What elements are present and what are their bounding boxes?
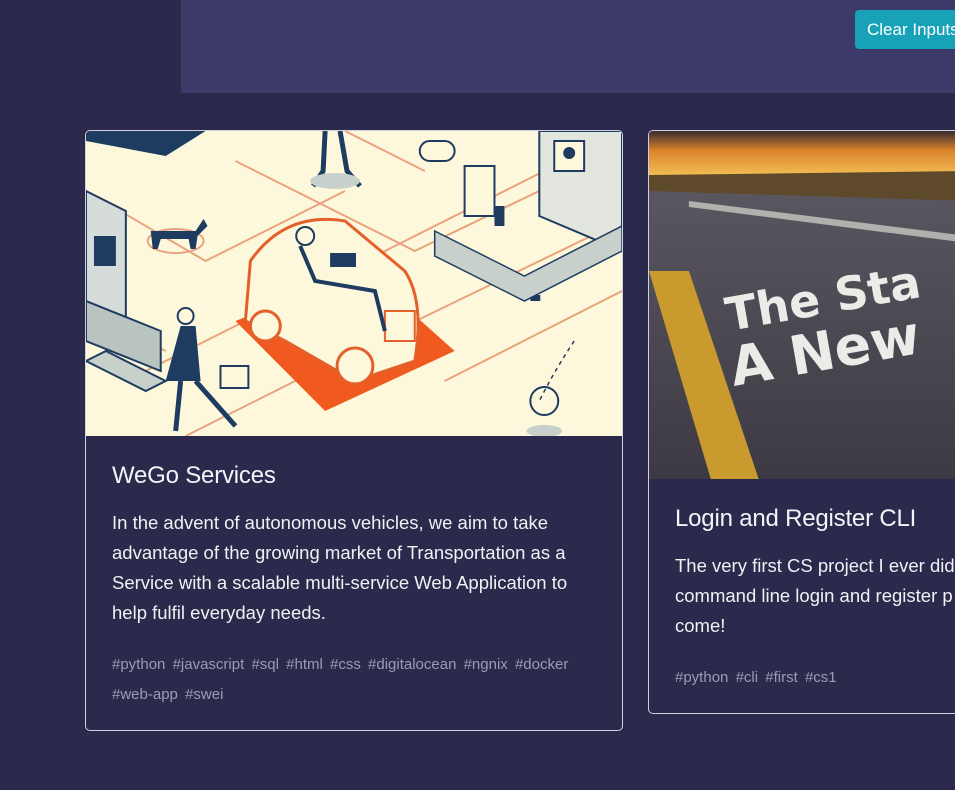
project-card-login-cli[interactable]: The Sta A New Login and Register CLI The… — [648, 130, 955, 714]
tag[interactable]: #swei — [185, 686, 223, 703]
tag[interactable]: #javascript — [173, 656, 245, 673]
project-tags: #python #cli #first #cs1 — [675, 663, 942, 693]
clear-inputs-button[interactable]: Clear Inputs — [855, 10, 955, 49]
project-title: Login and Register CLI — [675, 505, 917, 532]
project-tags: #python #javascript #sql #html #css #dig… — [112, 650, 596, 710]
tag[interactable]: #first — [765, 669, 798, 686]
project-title: WeGo Services — [112, 462, 276, 489]
tag[interactable]: #html — [286, 656, 323, 673]
tag[interactable]: #docker — [515, 656, 568, 673]
tag[interactable]: #ngnix — [464, 656, 508, 673]
tag[interactable]: #web-app — [112, 686, 178, 703]
project-description: In the advent of autonomous vehicles, we… — [112, 512, 568, 623]
project-image-city-illustration — [86, 131, 622, 436]
tag[interactable]: #css — [330, 656, 361, 673]
tag[interactable]: #cli — [736, 669, 759, 686]
description-line: The very first CS project I ever did — [675, 555, 955, 576]
tag[interactable]: #digitalocean — [368, 656, 456, 673]
tag[interactable]: #sql — [251, 656, 279, 673]
project-image-road-sunset: The Sta A New — [649, 131, 955, 479]
tag[interactable]: #python — [675, 669, 728, 686]
description-line: come! — [675, 615, 726, 636]
description-line: command line login and register p — [675, 585, 953, 606]
tag[interactable]: #python — [112, 656, 165, 673]
tag[interactable]: #cs1 — [805, 669, 837, 686]
project-description: The very first CS project I ever did com… — [675, 551, 955, 641]
top-header-bar — [181, 0, 955, 93]
project-card-wego[interactable]: WeGo Services In the advent of autonomou… — [85, 130, 623, 731]
